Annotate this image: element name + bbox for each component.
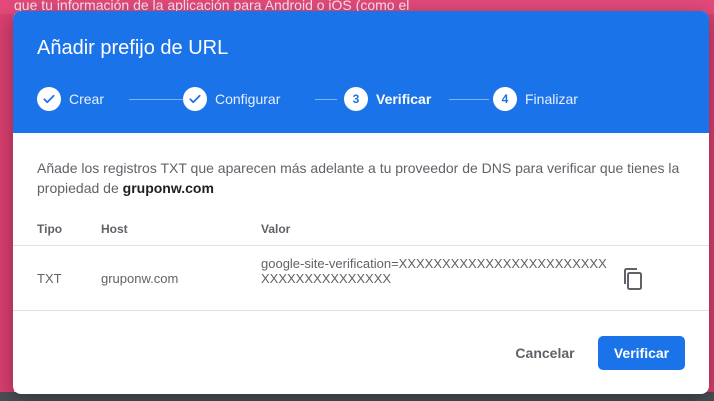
step-crear: Crear	[37, 87, 104, 111]
add-url-prefix-dialog: Añadir prefijo de URL Crear Configurar 3…	[13, 11, 709, 394]
step-finalizar: 4 Finalizar	[493, 87, 578, 111]
step-number: 3	[344, 87, 368, 111]
copy-icon[interactable]	[617, 263, 649, 295]
stepper: Crear Configurar 3 Verificar 4 Finalizar	[37, 87, 677, 111]
step-label: Configurar	[215, 91, 281, 107]
record-value[interactable]: google-site-verification=XXXXXXXXXXXXXXX…	[261, 256, 611, 286]
check-icon	[37, 87, 61, 111]
record-host: gruponw.com	[101, 271, 179, 286]
step-configurar: Configurar	[183, 87, 280, 111]
step-connector	[129, 99, 183, 100]
step-connector	[315, 99, 337, 100]
step-connector	[449, 99, 489, 100]
check-icon	[183, 87, 207, 111]
step-number: 4	[493, 87, 517, 111]
domain-name: gruponw.com	[122, 180, 214, 196]
verify-button[interactable]: Verificar	[598, 336, 685, 370]
step-label: Verificar	[376, 91, 432, 107]
step-label: Finalizar	[525, 91, 578, 107]
step-verificar: 3 Verificar	[344, 87, 431, 111]
column-header-type: Tipo	[37, 222, 63, 236]
instructions-text: Añade los registros TXT que aparecen más…	[37, 158, 687, 198]
txt-records-table: Tipo Host Valor TXT gruponw.com google-s…	[13, 217, 709, 311]
table-header: Tipo Host Valor	[13, 217, 709, 246]
step-label: Crear	[69, 91, 105, 107]
cancel-button[interactable]: Cancelar	[499, 337, 591, 369]
table-row: TXT gruponw.com google-site-verification…	[13, 246, 709, 311]
column-header-value: Valor	[261, 222, 291, 236]
dialog-title: Añadir prefijo de URL	[37, 37, 229, 59]
background-left	[0, 14, 14, 401]
column-header-host: Host	[101, 222, 128, 236]
dialog-header: Añadir prefijo de URL Crear Configurar 3…	[13, 11, 709, 133]
record-type: TXT	[37, 271, 62, 286]
